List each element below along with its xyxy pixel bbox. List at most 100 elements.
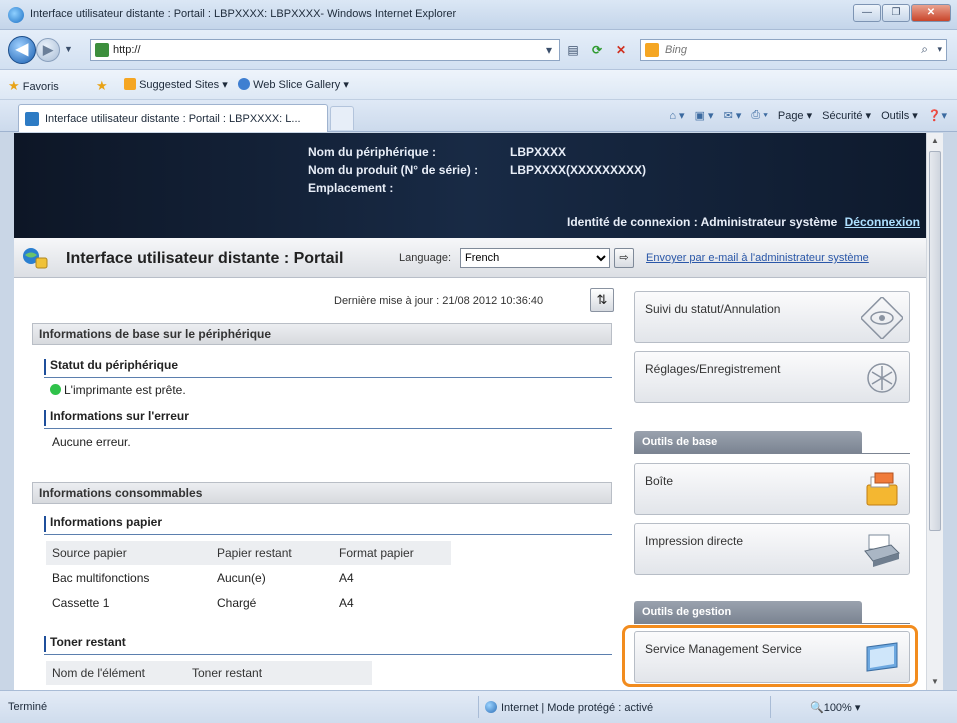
- page-viewport: Nom du périphérique : LBPXXXX Nom du pro…: [14, 133, 926, 690]
- url-box: [90, 39, 560, 61]
- refresh-status-button[interactable]: ⇅: [590, 288, 614, 312]
- back-button[interactable]: ◀: [8, 36, 36, 64]
- mail-icon[interactable]: ✉ ▾: [724, 109, 742, 122]
- direct-print-button[interactable]: Impression directe: [634, 523, 910, 575]
- scroll-down-icon[interactable]: ▼: [927, 674, 943, 690]
- box-button[interactable]: Boîte: [634, 463, 910, 515]
- search-dropdown-icon[interactable]: ▾: [937, 44, 942, 55]
- management-tools-group: Outils de gestion: [634, 601, 862, 623]
- favorites-bar: ★ Favoris ★ Suggested Sites ▾ Web Slice …: [0, 70, 957, 100]
- close-button[interactable]: ✕: [911, 4, 951, 22]
- table-cell: A4: [339, 570, 354, 585]
- url-input[interactable]: [113, 42, 493, 58]
- table-header-cell: Source papier: [46, 541, 211, 565]
- tools-menu[interactable]: Outils ▾: [881, 109, 918, 122]
- mail-admin-link[interactable]: Envoyer par e-mail à l'administrateur sy…: [646, 252, 869, 264]
- search-box: ⌕ ▾: [640, 39, 947, 61]
- zoom-control[interactable]: 🔍100% ▾: [810, 701, 860, 714]
- device-status-heading: Statut du périphérique: [44, 358, 612, 378]
- management-tools-divider: [634, 623, 910, 624]
- new-tab-button[interactable]: [330, 106, 354, 130]
- web-slice-gallery-link[interactable]: Web Slice Gallery ▾: [238, 78, 349, 91]
- globe-icon: [485, 701, 497, 713]
- star-icon: ★: [8, 78, 20, 93]
- refresh-icon[interactable]: ⟳: [588, 41, 606, 59]
- window-title: Interface utilisateur distante : Portail…: [30, 8, 457, 20]
- minimize-button[interactable]: —: [853, 4, 881, 22]
- product-value: LBPXXXX(XXXXXXXXX): [510, 163, 647, 177]
- status-text: Terminé: [8, 701, 48, 713]
- table-header-cell: Nom de l'élément: [46, 661, 186, 685]
- help-menu[interactable]: ❓▾: [928, 109, 947, 122]
- home-icon[interactable]: ⌂ ▾: [669, 109, 684, 122]
- table-cell: Chargé: [217, 595, 257, 610]
- page-menu[interactable]: Page ▾: [778, 109, 812, 122]
- eye-icon: [861, 297, 903, 339]
- login-identity: Identité de connexion : Administrateur s…: [567, 215, 838, 229]
- add-favorite-icon[interactable]: ★: [96, 78, 108, 94]
- site-icon: [95, 43, 109, 57]
- basic-tools-group: Outils de base: [634, 431, 862, 453]
- security-zone[interactable]: Internet | Mode protégé : activé: [485, 701, 653, 714]
- settings-button[interactable]: Réglages/Enregistrement: [634, 351, 910, 403]
- page-title: Interface utilisateur distante : Portail: [66, 250, 344, 267]
- bing-icon: [645, 43, 659, 57]
- settings-label: Réglages/Enregistrement: [645, 362, 781, 376]
- status-bar: Terminé Internet | Mode protégé : activé…: [0, 690, 957, 723]
- suggested-sites-link[interactable]: Suggested Sites ▾: [124, 78, 228, 91]
- device-status-text: L'imprimante est prête.: [64, 383, 186, 397]
- security-menu[interactable]: Sécurité ▾: [822, 109, 871, 122]
- box-folder-icon: [866, 472, 898, 506]
- sms-highlight-frame: [622, 625, 918, 687]
- device-status-row: L'imprimante est prête.: [50, 383, 186, 397]
- device-name-label: Nom du périphérique :: [308, 145, 437, 159]
- error-info-heading: Informations sur l'erreur: [44, 409, 612, 429]
- vertical-scrollbar[interactable]: ▲ ▼: [926, 133, 943, 690]
- device-name-value: LBPXXXX: [510, 145, 567, 159]
- window-controls: — ❐ ✕: [853, 4, 951, 22]
- status-monitor-button[interactable]: Suivi du statut/Annulation: [634, 291, 910, 343]
- scroll-thumb[interactable]: [929, 151, 941, 531]
- status-divider: [770, 696, 771, 718]
- error-text: Aucune erreur.: [52, 435, 131, 449]
- feeds-icon[interactable]: ▣ ▾: [695, 109, 714, 122]
- tab-portal[interactable]: Interface utilisateur distante : Portail…: [18, 104, 328, 132]
- direct-print-label: Impression directe: [645, 534, 744, 548]
- refresh-arrows-icon: ⇅: [596, 292, 608, 307]
- maximize-button[interactable]: ❐: [882, 4, 910, 22]
- location-label: Emplacement :: [308, 181, 394, 195]
- status-ready-icon: [50, 384, 61, 395]
- stop-icon[interactable]: ✕: [612, 41, 630, 59]
- language-select[interactable]: French: [460, 248, 610, 268]
- language-label: Language:: [399, 252, 451, 264]
- table-row: Bac multifonctions Aucun(e) A4: [46, 565, 451, 590]
- web-slice-icon: [238, 78, 250, 90]
- print-icon[interactable]: ⎙ ▾: [751, 109, 767, 122]
- paper-info-heading: Informations papier: [44, 515, 612, 535]
- table-header-cell: Format papier: [333, 541, 451, 565]
- table-cell: A4: [339, 595, 354, 610]
- scroll-up-icon[interactable]: ▲: [927, 133, 943, 149]
- history-dropdown-icon[interactable]: ▼: [64, 44, 73, 54]
- address-bar: ◀ ▶ ▼ ▾ ▤ ⟳ ✕ ⌕ ▾: [0, 30, 957, 70]
- logout-link[interactable]: Déconnexion: [845, 215, 920, 229]
- favorites-button[interactable]: ★ Favoris: [8, 78, 59, 94]
- table-header-cell: Papier restant: [211, 541, 333, 565]
- forward-button[interactable]: ▶: [36, 38, 60, 62]
- consumables-section: Informations consommables: [32, 482, 612, 504]
- basic-info-section: Informations de base sur le périphérique: [32, 323, 612, 345]
- portal-globe-icon: [23, 248, 48, 269]
- ie-logo-icon: [8, 7, 24, 23]
- last-update-text: Dernière mise à jour : 21/08 2012 10:36:…: [334, 295, 544, 307]
- language-apply-button[interactable]: ⇨: [614, 248, 634, 268]
- toner-table: Nom de l'élément Toner restant: [46, 661, 372, 685]
- suggested-sites-icon: [124, 78, 136, 90]
- search-icon[interactable]: ⌕: [921, 42, 928, 57]
- toner-heading: Toner restant: [44, 635, 612, 655]
- compatibility-view-icon[interactable]: ▤: [564, 41, 582, 59]
- search-input[interactable]: [665, 42, 905, 58]
- login-info: Identité de connexion : Administrateur s…: [567, 215, 920, 229]
- table-row: Cassette 1 Chargé A4: [46, 590, 451, 615]
- command-bar: ⌂ ▾ ▣ ▾ ✉ ▾ ⎙ ▾ Page ▾ Sécurité ▾ Outils…: [669, 109, 947, 122]
- url-dropdown-icon[interactable]: ▾: [540, 41, 558, 59]
